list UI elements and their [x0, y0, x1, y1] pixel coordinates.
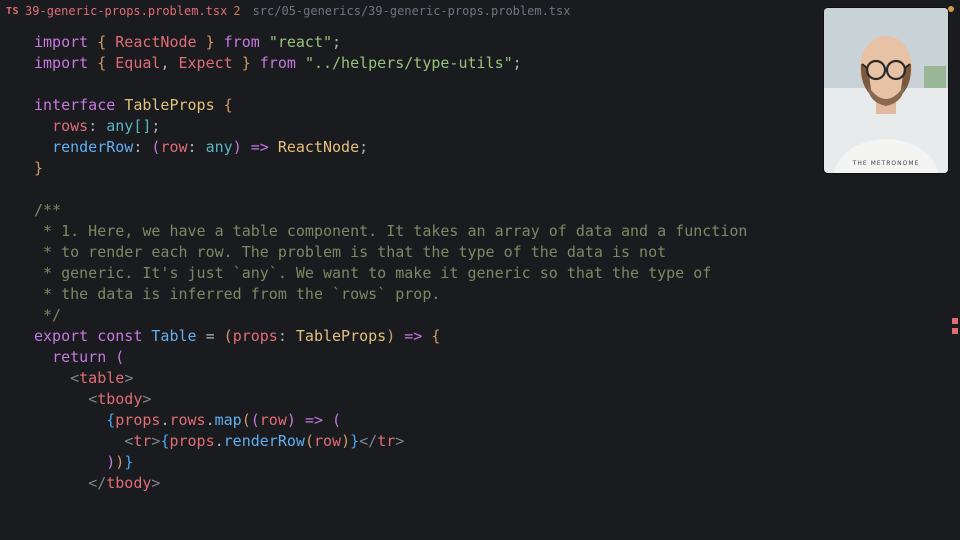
comment: * the data is inferred from the `rows` p…: [34, 285, 440, 303]
identifier: rows: [169, 411, 205, 429]
identifier: Table: [151, 327, 196, 345]
code-line[interactable]: export const Table = (props: TableProps)…: [0, 326, 960, 347]
code-line[interactable]: ))}: [0, 452, 960, 473]
keyword-export: export: [34, 327, 88, 345]
tab-problem-count: 2: [233, 4, 240, 18]
type-keyword: any: [106, 117, 133, 135]
tshirt-text: THE METRONOME: [853, 160, 920, 167]
code-line[interactable]: rows: any[];: [0, 116, 960, 137]
comment: */: [34, 306, 61, 324]
code-line[interactable]: import { ReactNode } from "react";: [0, 32, 960, 53]
keyword-from: from: [224, 33, 260, 51]
identifier: ReactNode: [115, 33, 196, 51]
type-name: TableProps: [296, 327, 386, 345]
error-marker-icon[interactable]: [952, 328, 958, 334]
code-line[interactable]: {props.rows.map((row) => (: [0, 410, 960, 431]
jsx-tag: tbody: [106, 474, 151, 492]
method: map: [215, 411, 242, 429]
code-line[interactable]: * generic. It's just `any`. We want to m…: [0, 263, 960, 284]
code-line[interactable]: <tbody>: [0, 389, 960, 410]
method: renderRow: [224, 432, 305, 450]
param: row: [160, 138, 187, 156]
comment: /**: [34, 201, 61, 219]
keyword-import: import: [34, 33, 88, 51]
property: renderRow: [52, 138, 133, 156]
keyword-return: return: [52, 348, 106, 366]
keyword-import: import: [34, 54, 88, 72]
code-line-blank[interactable]: [0, 179, 960, 200]
code-line[interactable]: */: [0, 305, 960, 326]
type-keyword: any: [206, 138, 233, 156]
identifier: props: [169, 432, 214, 450]
code-line[interactable]: * 1. Here, we have a table component. It…: [0, 221, 960, 242]
person-icon: [824, 8, 948, 173]
code-line[interactable]: renderRow: (row: any) => ReactNode;: [0, 137, 960, 158]
type-name: ReactNode: [278, 138, 359, 156]
code-line[interactable]: return (: [0, 347, 960, 368]
param: row: [260, 411, 287, 429]
code-line[interactable]: import { Equal, Expect } from "../helper…: [0, 53, 960, 74]
tab-filename[interactable]: 39-generic-props.problem.tsx: [25, 4, 227, 18]
property: rows: [52, 117, 88, 135]
string-literal: "../helpers/type-utils": [305, 54, 513, 72]
keyword-from: from: [260, 54, 296, 72]
tab-bar: TS 39-generic-props.problem.tsx 2 src/05…: [0, 0, 960, 22]
modified-dot-icon: [948, 6, 954, 12]
comment: * generic. It's just `any`. We want to m…: [34, 264, 711, 282]
presenter-webcam: THE METRONOME: [824, 8, 948, 173]
error-marker-icon[interactable]: [952, 318, 958, 324]
jsx-tag: table: [79, 369, 124, 387]
code-line-blank[interactable]: [0, 74, 960, 95]
type-name: TableProps: [124, 96, 214, 114]
identifier: Expect: [179, 54, 233, 72]
code-line[interactable]: <table>: [0, 368, 960, 389]
string-literal: "react": [269, 33, 332, 51]
identifier: Equal: [115, 54, 160, 72]
keyword-interface: interface: [34, 96, 115, 114]
jsx-tag: tr: [133, 432, 151, 450]
code-line[interactable]: }: [0, 158, 960, 179]
keyword-const: const: [97, 327, 142, 345]
code-line[interactable]: * to render each row. The problem is tha…: [0, 242, 960, 263]
code-line[interactable]: </tbody>: [0, 473, 960, 494]
tab-path: src/05-generics/39-generic-props.problem…: [253, 4, 571, 18]
identifier: props: [115, 411, 160, 429]
jsx-tag: tr: [377, 432, 395, 450]
code-editor[interactable]: import { ReactNode } from "react"; impor…: [0, 22, 960, 494]
file-lang-badge: TS: [6, 6, 19, 17]
param: props: [233, 327, 278, 345]
identifier: row: [314, 432, 341, 450]
code-line[interactable]: /**: [0, 200, 960, 221]
comment: * 1. Here, we have a table component. It…: [34, 222, 747, 240]
code-line[interactable]: <tr>{props.renderRow(row)}</tr>: [0, 431, 960, 452]
minimap-error-markers[interactable]: [952, 318, 958, 334]
jsx-tag: tbody: [97, 390, 142, 408]
code-line[interactable]: interface TableProps {: [0, 95, 960, 116]
code-line[interactable]: * the data is inferred from the `rows` p…: [0, 284, 960, 305]
comment: * to render each row. The problem is tha…: [34, 243, 666, 261]
